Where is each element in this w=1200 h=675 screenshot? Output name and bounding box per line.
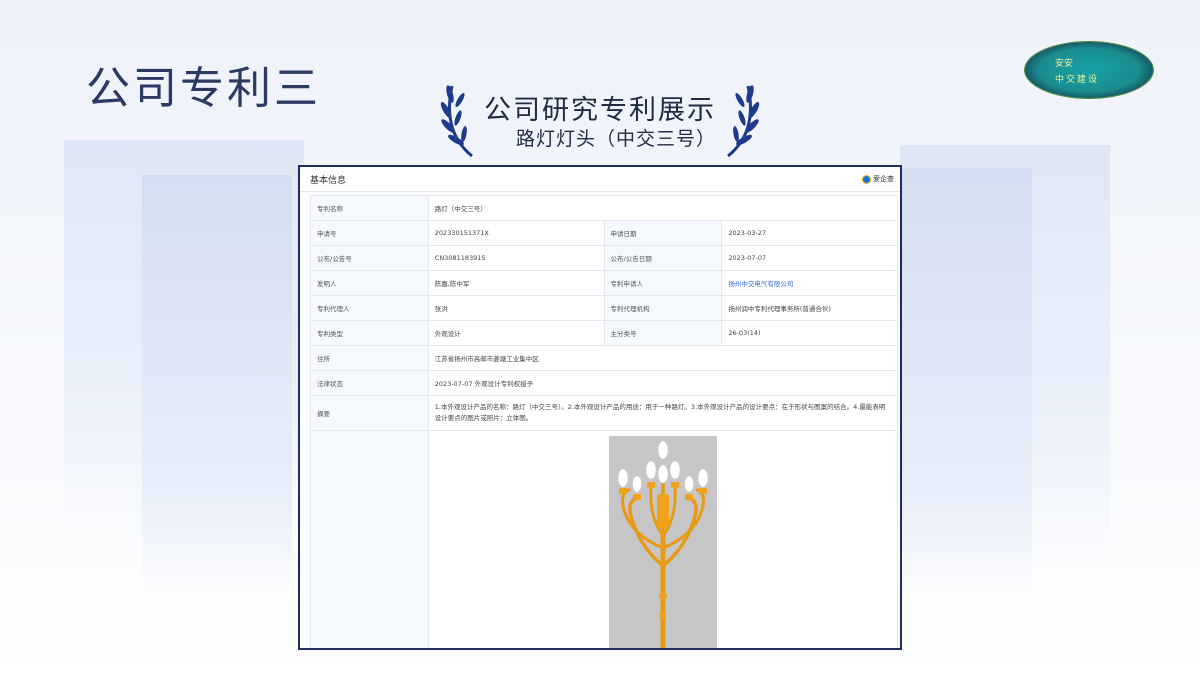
abstract-figure-cell [427, 430, 899, 648]
field-label: 专利名称 [310, 195, 429, 221]
field-value: 2023-03-27 [721, 220, 898, 246]
field-value: 2023-07-07 [721, 245, 898, 271]
abstract-text: 1.本外观设计产品的名称：路灯（中交三号）。2.本外观设计产品的用途：用于一种路… [427, 395, 899, 431]
field-label: 公布/公告日期 [603, 245, 723, 271]
laurel-left-icon [440, 85, 473, 158]
field-value: 扬州润中专利代理事务所(普通合伙) [721, 295, 898, 321]
field-label: 法律状态 [310, 370, 429, 396]
banner-title: 公司研究专利展示 [484, 95, 716, 126]
brand-label: 爱企查 [873, 175, 894, 183]
logo-text-1: 安安 [1055, 59, 1074, 69]
field-label: 摘要 [310, 395, 429, 431]
laurel-right-icon [727, 85, 760, 158]
table-row: 专利名称 路灯（中交三号） [310, 195, 899, 221]
card-header: 基本信息 爱企查 [300, 167, 900, 192]
logo-text-2: 中交建设 [1055, 75, 1100, 85]
table-row: 法律状态 2023-07-07 外观设计专利权授予 [310, 370, 899, 396]
field-label: 专利申请人 [603, 270, 723, 296]
applicant-link[interactable]: 扬州中交电气有限公司 [721, 270, 898, 296]
table-row: 专利类型 外观设计 主分类号 26-03(14) [310, 320, 898, 346]
bg-panel-left-inner [142, 175, 292, 595]
field-label: 主分类号 [603, 320, 723, 346]
field-value: 江苏省扬州市高邮市菱塘工业集中区 [427, 345, 899, 371]
field-label: 专利类型 [310, 320, 429, 346]
page-title: 公司专利三 [86, 63, 321, 114]
field-value: 202330151371X [427, 220, 605, 246]
field-value: 26-03(14) [721, 320, 898, 346]
field-label: 申请日期 [603, 220, 723, 246]
table-row: 发明人 陈嘉,陈中军 专利申请人 扬州中交电气有限公司 [310, 270, 898, 296]
banner-subtitle: 路灯灯头（中交三号） [516, 128, 717, 150]
patent-info-table: 专利名称 路灯（中交三号） 申请号 202330151371X 申请日期 202… [310, 195, 899, 648]
field-value: CN308118391S [427, 245, 605, 271]
field-value: 张洪 [427, 295, 605, 321]
field-label: 公布/公告号 [310, 245, 429, 271]
aiqicha-brand[interactable]: 爱企查 [862, 174, 894, 184]
field-value: 路灯（中交三号） [427, 195, 899, 221]
field-label: 申请号 [310, 220, 429, 246]
table-row: 住所 江苏省扬州市高邮市菱塘工业集中区 [310, 345, 899, 371]
table-row: 申请号 202330151371X 申请日期 2023-03-27 [310, 220, 898, 246]
company-logo: 安安 中交建设 [1025, 42, 1153, 98]
field-label: 摘要附图 [310, 430, 429, 648]
card-title: 基本信息 [310, 175, 347, 186]
field-label: 发明人 [310, 270, 429, 296]
bg-panel-right-inner [902, 168, 1032, 598]
field-value: 陈嘉,陈中军 [427, 270, 605, 296]
field-label: 专利代理机构 [603, 295, 723, 321]
street-lamp-icon [617, 440, 709, 648]
field-label: 专利代理人 [310, 295, 429, 321]
table-row: 专利代理人 张洪 专利代理机构 扬州润中专利代理事务所(普通合伙) [310, 295, 898, 321]
table-row: 摘要附图 [310, 430, 899, 648]
field-value: 外观设计 [427, 320, 605, 346]
table-row: 摘要 1.本外观设计产品的名称：路灯（中交三号）。2.本外观设计产品的用途：用于… [310, 395, 899, 431]
field-value: 2023-07-07 外观设计专利权授予 [427, 370, 899, 396]
aiqicha-logo-icon [862, 174, 871, 184]
field-label: 住所 [310, 345, 429, 371]
table-row: 公布/公告号 CN308118391S 公布/公告日期 2023-07-07 [310, 245, 898, 271]
patent-info-card: 基本信息 爱企查 专利名称 路灯（中交三号） 申请号 202330151371X… [298, 165, 902, 650]
abstract-figure-image[interactable] [608, 436, 717, 648]
